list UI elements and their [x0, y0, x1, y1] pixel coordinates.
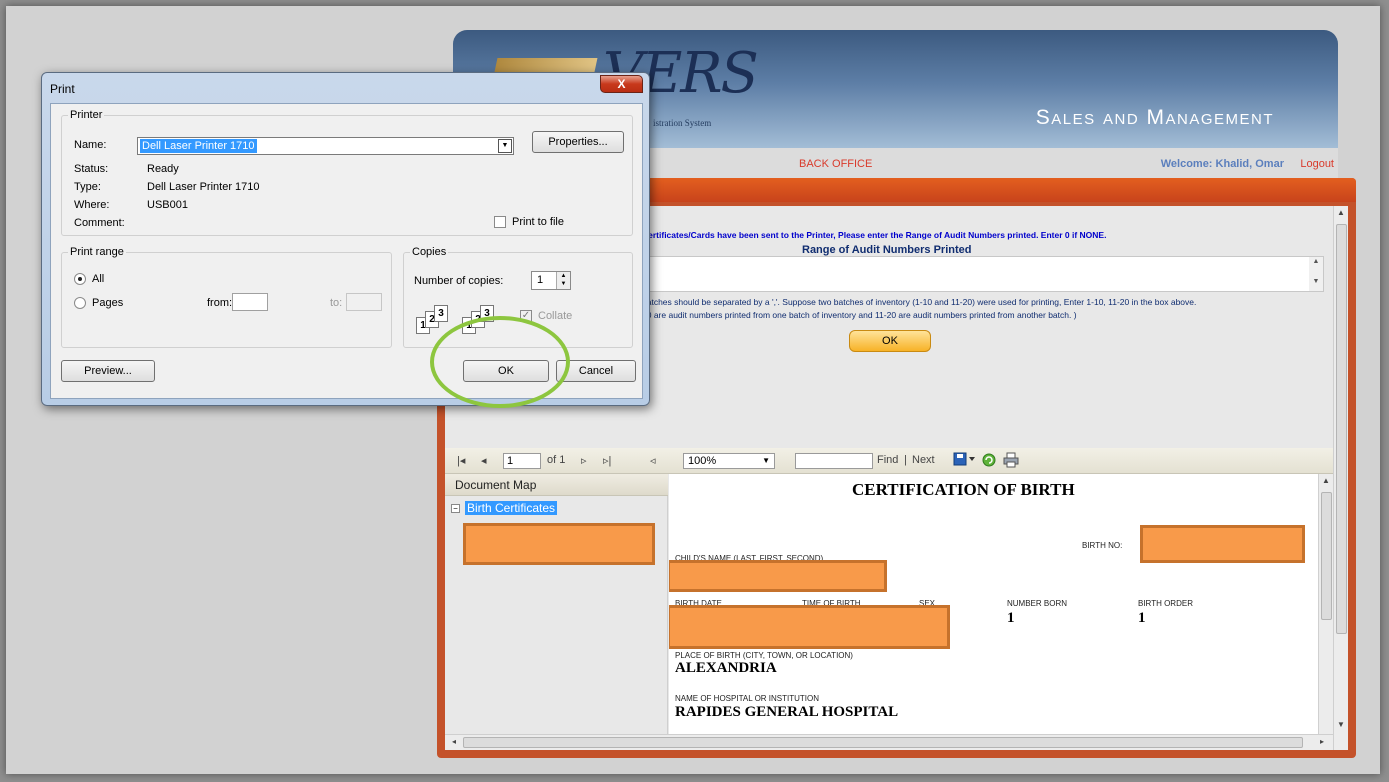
- zoom-select[interactable]: 100% ▼: [683, 453, 775, 469]
- spin-arrows-icon[interactable]: ▲ ▼: [556, 272, 570, 289]
- scroll-right-icon[interactable]: ▸: [1315, 737, 1329, 746]
- hospital-label: NAME OF HOSPITAL OR INSTITUTION: [675, 694, 820, 703]
- scroll-left-icon[interactable]: ◂: [447, 737, 461, 746]
- number-born-label: NUMBER BORN: [1007, 599, 1068, 608]
- properties-button[interactable]: Properties...: [532, 131, 624, 153]
- find-input[interactable]: [795, 453, 873, 469]
- panel-hscroll-thumb[interactable]: [463, 737, 1303, 748]
- scroll-down-icon[interactable]: ▼: [1334, 720, 1348, 729]
- find-link[interactable]: Find: [877, 454, 898, 466]
- dialog-title: Print: [50, 82, 75, 96]
- printer-group-label: Printer: [68, 109, 105, 121]
- pages-radio[interactable]: [74, 297, 86, 309]
- preview-button[interactable]: Preview...: [61, 360, 155, 382]
- where-label: Where:: [74, 199, 110, 211]
- app-title: Sales and Management: [1035, 106, 1274, 129]
- logout-link[interactable]: Logout: [1300, 158, 1334, 170]
- document-map-header: Document Map: [445, 474, 668, 496]
- page-count: of 1: [547, 454, 566, 466]
- printer-message: Certificates/Cards have been sent to the…: [642, 230, 1107, 240]
- redacted-block: [463, 523, 655, 565]
- redacted-childs-name: [669, 560, 887, 592]
- place-of-birth-label: PLACE OF BIRTH (CITY, TOWN, OR LOCATION): [675, 651, 853, 660]
- back-office-link[interactable]: BACK OFFICE: [799, 158, 872, 170]
- where-value: USB001: [147, 199, 188, 211]
- panel-horizontal-scrollbar[interactable]: ◂ ▸: [445, 734, 1333, 750]
- birth-order-value: 1: [1138, 610, 1146, 626]
- number-of-copies-label: Number of copies:: [414, 275, 504, 287]
- page-number-input[interactable]: 1: [503, 453, 541, 469]
- collapse-icon[interactable]: −: [451, 504, 460, 513]
- type-label: Type:: [74, 181, 101, 193]
- from-input[interactable]: [232, 293, 268, 311]
- hospital-value: RAPIDES GENERAL HOSPITAL: [675, 704, 899, 720]
- printer-name-select[interactable]: Dell Laser Printer 1710 ▼: [137, 137, 514, 155]
- report-page: CERTIFICATION OF BIRTH BIRTH NO: CHILD'S…: [669, 474, 1333, 734]
- document-map-node-label[interactable]: Birth Certificates: [465, 501, 558, 515]
- back-icon[interactable]: ◃: [650, 454, 656, 467]
- print-to-file-checkbox[interactable]: [494, 216, 506, 228]
- next-link[interactable]: Next: [912, 454, 935, 466]
- print-to-file-label[interactable]: Print to file: [512, 216, 564, 228]
- panel-vertical-scrollbar[interactable]: ▲ ▼: [1333, 206, 1348, 750]
- status-value: Ready: [147, 163, 179, 175]
- report-vertical-scrollbar[interactable]: ▲: [1318, 474, 1333, 734]
- audit-range-label: Range of Audit Numbers Printed: [802, 244, 972, 256]
- next-page-icon[interactable]: ▹: [581, 454, 587, 467]
- report-scroll-thumb[interactable]: [1321, 492, 1332, 620]
- find-separator: |: [904, 454, 907, 466]
- collate-label[interactable]: Collate: [538, 310, 572, 322]
- print-range-group-label: Print range: [68, 246, 126, 258]
- name-label: Name:: [74, 139, 107, 151]
- document-map: Document Map − Birth Certificates: [445, 474, 668, 734]
- all-radio[interactable]: [74, 273, 86, 285]
- print-range-group: Print range All Pages from: to:: [61, 246, 392, 348]
- place-of-birth-value: ALEXANDRIA: [675, 660, 777, 676]
- number-born-value: 1: [1007, 610, 1015, 626]
- close-button[interactable]: X: [600, 75, 643, 93]
- status-label: Status:: [74, 163, 109, 175]
- app-logo-subtitle: istration System: [653, 118, 712, 128]
- first-page-icon[interactable]: |◂: [457, 454, 465, 467]
- document-map-node[interactable]: − Birth Certificates: [451, 501, 558, 515]
- chevron-down-icon: ▼: [762, 456, 770, 465]
- highlight-circle: [430, 316, 570, 408]
- print-icon[interactable]: [1003, 452, 1019, 471]
- to-input[interactable]: [346, 293, 382, 311]
- printer-group: Printer Name: Dell Laser Printer 1710 ▼ …: [61, 109, 633, 236]
- copies-value: 1: [537, 274, 544, 286]
- welcome-text: Welcome: Khalid, Omar: [1160, 158, 1284, 170]
- birth-order-label: BIRTH ORDER: [1138, 599, 1193, 608]
- redacted-birth-no: [1140, 525, 1305, 563]
- from-label: from:: [207, 297, 233, 309]
- chevron-down-icon[interactable]: ▼: [498, 139, 512, 153]
- scroll-up-icon[interactable]: ▲: [1334, 208, 1348, 217]
- pages-label[interactable]: Pages: [92, 297, 123, 309]
- export-icon[interactable]: [953, 451, 977, 470]
- birth-no-label: BIRTH NO:: [1082, 541, 1123, 550]
- comment-label: Comment:: [74, 217, 125, 229]
- audit-hint-line-2: 10 are audit numbers printed from one ba…: [642, 310, 1077, 320]
- last-page-icon[interactable]: ▹|: [603, 454, 611, 467]
- textarea-scrollbar[interactable]: ▲ ▼: [1309, 257, 1323, 291]
- to-label: to:: [330, 297, 343, 309]
- redacted-birth-date: [669, 605, 950, 649]
- type-value: Dell Laser Printer 1710: [147, 181, 260, 193]
- printer-name-value: Dell Laser Printer 1710: [140, 139, 257, 153]
- zoom-value: 100%: [688, 455, 717, 467]
- refresh-icon[interactable]: [981, 452, 997, 471]
- previous-page-icon[interactable]: ◂: [481, 454, 487, 467]
- report-viewer-toolbar: |◂ ◂ 1 of 1 ▹ ▹| ◃ 100% ▼ Find | Next: [445, 448, 1333, 474]
- copies-group-label: Copies: [410, 246, 449, 258]
- scroll-up-icon[interactable]: ▲: [1319, 476, 1333, 485]
- audit-ok-button[interactable]: OK: [849, 330, 931, 352]
- panel-scroll-thumb[interactable]: [1336, 224, 1347, 634]
- report-title: CERTIFICATION OF BIRTH: [852, 480, 1075, 499]
- audit-range-input[interactable]: ▲ ▼: [642, 256, 1324, 292]
- all-label[interactable]: All: [92, 273, 104, 285]
- audit-hint-line-1: batches should be separated by a ','. Su…: [642, 297, 1197, 307]
- copies-spinner[interactable]: 1 ▲ ▼: [531, 271, 571, 290]
